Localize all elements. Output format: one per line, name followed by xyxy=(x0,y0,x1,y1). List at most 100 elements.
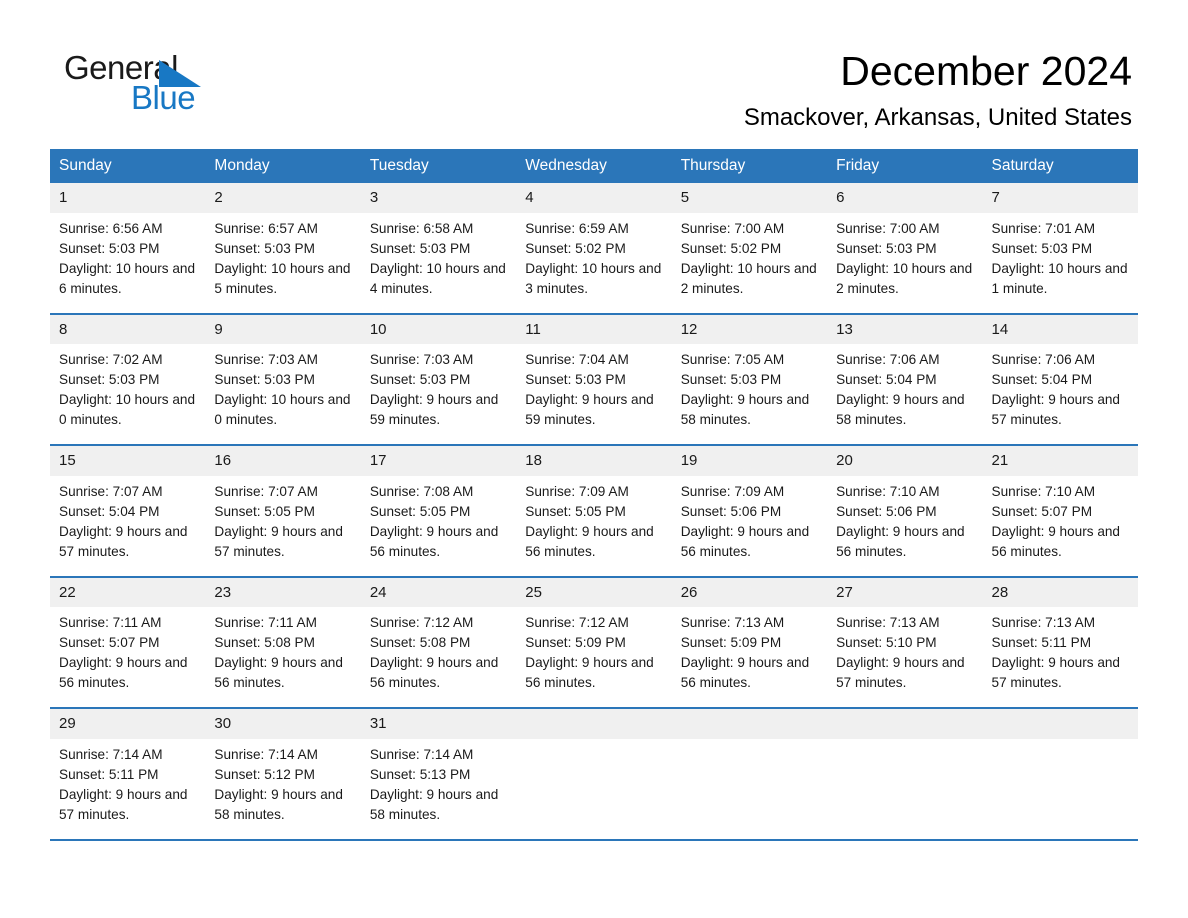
sunset-text: Sunset: 5:11 PM xyxy=(991,635,1092,651)
daylight-text: Daylight: 9 hours and 56 minutes. xyxy=(525,655,654,691)
day-number[interactable]: 20 xyxy=(827,446,982,476)
day-number[interactable]: 25 xyxy=(516,578,671,608)
sunset-text: Sunset: 5:09 PM xyxy=(525,635,626,651)
day-number[interactable]: 17 xyxy=(361,446,516,476)
sunset-text: Sunset: 5:13 PM xyxy=(369,766,471,782)
sunset-text: Sunset: 5:03 PM xyxy=(369,372,471,388)
day-number[interactable]: 19 xyxy=(672,446,827,476)
sunrise-text: Sunrise: 7:07 AM xyxy=(214,483,318,499)
day-number-empty xyxy=(516,709,671,739)
daylight-text: Daylight: 9 hours and 56 minutes. xyxy=(525,523,654,559)
day-number[interactable]: 16 xyxy=(205,446,360,476)
daylight-text: Daylight: 9 hours and 57 minutes. xyxy=(836,655,965,691)
sunset-text: Sunset: 5:03 PM xyxy=(525,372,626,388)
weekday-monday: Monday xyxy=(214,156,270,174)
sunrise-text: Sunrise: 7:09 AM xyxy=(680,483,785,499)
day-number[interactable]: 5 xyxy=(672,183,827,213)
day-number[interactable]: 8 xyxy=(50,315,205,345)
daylight-text: Daylight: 9 hours and 59 minutes. xyxy=(369,392,499,428)
daylight-text: Daylight: 9 hours and 57 minutes. xyxy=(991,655,1120,691)
calendar-page: General Blue December 2024 Smackover, Ar… xyxy=(0,0,1188,918)
day-cell: Sunrise: 7:13 AM Sunset: 5:10 PM Dayligh… xyxy=(827,607,982,707)
day-number[interactable]: 11 xyxy=(516,315,671,345)
day-cell: Sunrise: 6:57 AM Sunset: 5:03 PM Dayligh… xyxy=(205,213,360,313)
daylight-text: Daylight: 9 hours and 56 minutes. xyxy=(836,523,965,559)
sunrise-text: Sunrise: 7:00 AM xyxy=(680,220,785,236)
day-detail-band: Sunrise: 7:11 AM Sunset: 5:07 PM Dayligh… xyxy=(50,607,1138,708)
day-cell-empty xyxy=(672,739,827,839)
day-number[interactable]: 22 xyxy=(50,578,205,608)
day-number[interactable]: 10 xyxy=(361,315,516,345)
day-cell: Sunrise: 7:12 AM Sunset: 5:08 PM Dayligh… xyxy=(361,607,516,707)
day-cell: Sunrise: 7:11 AM Sunset: 5:07 PM Dayligh… xyxy=(50,607,205,707)
day-cell-empty xyxy=(827,739,982,839)
calendar-table: Sunday Monday Tuesday Wednesday Thursday… xyxy=(50,148,1138,841)
day-number[interactable]: 1 xyxy=(50,183,205,213)
sunrise-text: Sunrise: 6:56 AM xyxy=(59,220,163,236)
sunset-text: Sunset: 5:05 PM xyxy=(214,503,315,519)
day-cell: Sunrise: 6:59 AM Sunset: 5:02 PM Dayligh… xyxy=(516,213,671,313)
daylight-text: Daylight: 9 hours and 58 minutes. xyxy=(214,786,343,822)
day-number[interactable]: 30 xyxy=(205,709,360,739)
sunset-text: Sunset: 5:03 PM xyxy=(369,240,471,256)
general-blue-logo[interactable]: General Blue xyxy=(56,47,256,117)
daylight-text: Daylight: 9 hours and 58 minutes. xyxy=(680,392,810,428)
day-number[interactable]: 7 xyxy=(983,183,1138,213)
day-number[interactable]: 4 xyxy=(516,183,671,213)
daylight-text: Daylight: 9 hours and 56 minutes. xyxy=(214,655,343,691)
day-number-empty xyxy=(983,709,1138,739)
day-number-empty xyxy=(672,709,827,739)
day-number[interactable]: 13 xyxy=(827,315,982,345)
sunrise-text: Sunrise: 7:10 AM xyxy=(991,483,1096,499)
page-subtitle: Smackover, Arkansas, United States xyxy=(743,104,1132,132)
day-cell: Sunrise: 7:06 AM Sunset: 5:04 PM Dayligh… xyxy=(827,344,982,444)
sunrise-text: Sunrise: 7:10 AM xyxy=(836,483,940,499)
sunset-text: Sunset: 5:05 PM xyxy=(525,503,626,519)
sunrise-text: Sunrise: 7:03 AM xyxy=(369,352,474,368)
day-number[interactable]: 6 xyxy=(827,183,982,213)
daylight-text: Daylight: 10 hours and 2 minutes. xyxy=(680,260,817,296)
sunset-text: Sunset: 5:03 PM xyxy=(214,240,315,256)
day-number[interactable]: 26 xyxy=(672,578,827,608)
daylight-text: Daylight: 9 hours and 56 minutes. xyxy=(369,655,499,691)
day-number[interactable]: 2 xyxy=(205,183,360,213)
day-number[interactable]: 24 xyxy=(361,578,516,608)
day-cell: Sunrise: 7:13 AM Sunset: 5:09 PM Dayligh… xyxy=(672,607,827,707)
sunrise-text: Sunrise: 7:04 AM xyxy=(525,352,629,368)
day-number[interactable]: 3 xyxy=(361,183,516,213)
day-detail-band: Sunrise: 6:56 AM Sunset: 5:03 PM Dayligh… xyxy=(50,212,1138,313)
day-cell: Sunrise: 7:07 AM Sunset: 5:05 PM Dayligh… xyxy=(205,476,360,576)
day-number-band: 1 2 3 4 5 6 7 xyxy=(50,183,1138,213)
day-cell: Sunrise: 7:04 AM Sunset: 5:03 PM Dayligh… xyxy=(516,344,671,444)
sunset-text: Sunset: 5:04 PM xyxy=(991,372,1093,388)
day-cell: Sunrise: 6:56 AM Sunset: 5:03 PM Dayligh… xyxy=(50,213,205,313)
sunrise-text: Sunrise: 6:59 AM xyxy=(525,220,629,236)
daylight-text: Daylight: 9 hours and 57 minutes. xyxy=(59,523,188,559)
sunset-text: Sunset: 5:02 PM xyxy=(525,240,626,256)
day-number[interactable]: 29 xyxy=(50,709,205,739)
daylight-text: Daylight: 9 hours and 56 minutes. xyxy=(680,523,810,559)
daylight-text: Daylight: 9 hours and 57 minutes. xyxy=(214,523,343,559)
sunset-text: Sunset: 5:12 PM xyxy=(214,766,315,782)
day-number[interactable]: 27 xyxy=(827,578,982,608)
day-number-band: 29 30 31 xyxy=(50,709,1138,739)
sunrise-text: Sunrise: 7:01 AM xyxy=(991,220,1096,236)
sunset-text: Sunset: 5:10 PM xyxy=(836,635,937,651)
sunrise-text: Sunrise: 7:13 AM xyxy=(680,615,785,631)
daylight-text: Daylight: 10 hours and 1 minute. xyxy=(991,260,1128,296)
day-number[interactable]: 18 xyxy=(516,446,671,476)
page-header: General Blue December 2024 Smackover, Ar… xyxy=(0,0,1188,132)
day-number[interactable]: 28 xyxy=(983,578,1138,608)
day-number[interactable]: 21 xyxy=(983,446,1138,476)
day-number[interactable]: 14 xyxy=(983,315,1138,345)
day-number[interactable]: 23 xyxy=(205,578,360,608)
day-cell: Sunrise: 6:58 AM Sunset: 5:03 PM Dayligh… xyxy=(361,213,516,313)
weekday-wednesday: Wednesday xyxy=(525,156,607,174)
day-number[interactable]: 9 xyxy=(205,315,360,345)
day-number[interactable]: 15 xyxy=(50,446,205,476)
day-number[interactable]: 12 xyxy=(672,315,827,345)
weekday-sunday: Sunday xyxy=(59,156,112,174)
weekday-tuesday: Tuesday xyxy=(369,156,429,174)
day-cell: Sunrise: 7:10 AM Sunset: 5:06 PM Dayligh… xyxy=(827,476,982,576)
day-number[interactable]: 31 xyxy=(361,709,516,739)
